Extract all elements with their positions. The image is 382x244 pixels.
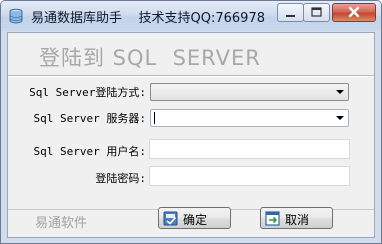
title-bar[interactable]: 易通数据库助手 技术支持QQ:766978 <box>1 1 381 31</box>
password-field[interactable] <box>149 166 350 186</box>
maximize-button[interactable] <box>303 3 330 22</box>
cancel-label: 取消 <box>285 213 310 227</box>
heading-divider <box>8 75 374 77</box>
username-field[interactable] <box>149 139 350 159</box>
exit-icon <box>265 211 281 226</box>
dialog-body: 登陆到 SQL SERVER Sql Server登陆方式: Sql Serve… <box>7 32 375 238</box>
close-button[interactable] <box>332 3 376 22</box>
app-window: 易通数据库助手 技术支持QQ:766978 登陆到 SQL SERVER Sql… <box>0 0 382 244</box>
close-icon <box>348 6 360 18</box>
cancel-button[interactable]: 取消 <box>260 207 333 229</box>
confirm-icon <box>163 211 179 226</box>
text-caret <box>154 112 155 124</box>
maximize-icon <box>311 7 322 17</box>
username-label: Sql Server 用户名: <box>33 145 146 158</box>
password-label: 登陆密码: <box>95 172 146 185</box>
login-mode-select[interactable] <box>150 83 349 101</box>
server-label: Sql Server 服务器: <box>33 112 146 125</box>
server-combobox[interactable] <box>150 109 349 127</box>
app-database-icon <box>8 8 24 24</box>
chevron-down-icon <box>336 116 344 120</box>
ok-button[interactable]: 确定 <box>158 207 231 229</box>
chevron-down-icon <box>336 90 344 94</box>
brand-label: 易通软件 <box>35 216 88 231</box>
login-mode-label: Sql Server登陆方式: <box>29 86 146 99</box>
dialog-heading: 登陆到 SQL SERVER <box>39 46 261 70</box>
minimize-button[interactable] <box>277 3 304 22</box>
window-title: 易通数据库助手 技术支持QQ:766978 <box>31 11 266 26</box>
ok-label: 确定 <box>183 213 208 227</box>
minimize-icon <box>286 15 295 17</box>
